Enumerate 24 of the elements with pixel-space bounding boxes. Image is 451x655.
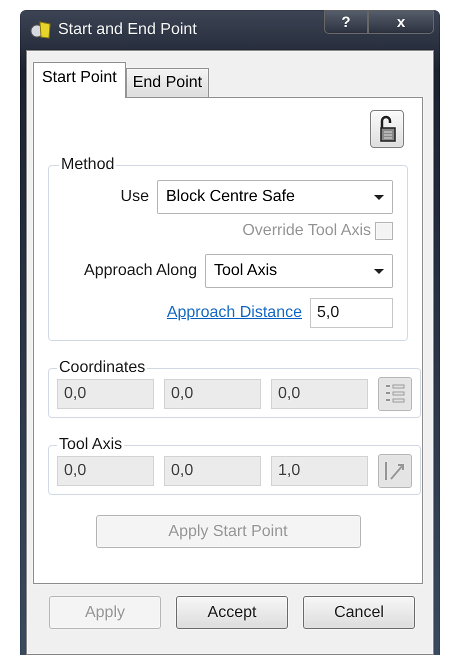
approach-dropdown[interactable]: Tool Axis	[205, 254, 393, 288]
distance-input[interactable]: 5,0	[310, 298, 393, 328]
use-dropdown[interactable]: Block Centre Safe	[157, 180, 393, 214]
vector-button[interactable]	[378, 454, 412, 488]
field-label: Approach Along	[84, 262, 197, 280]
xyz-list-button[interactable]	[378, 377, 412, 411]
window-title: Start and End Point	[58, 21, 197, 39]
group-title: Method	[60, 156, 116, 174]
checkbox-label: Override Tool Axis	[242, 222, 371, 240]
arrow-icon	[383, 459, 407, 483]
tab[interactable]: End Point	[126, 68, 210, 97]
group-title: Tool Axis	[58, 436, 124, 454]
close-button[interactable]: x	[368, 10, 434, 34]
tab[interactable]: Start Point	[33, 62, 126, 98]
caret-icon	[374, 194, 384, 200]
padlock-button[interactable]	[370, 110, 404, 148]
field-label: Use	[120, 188, 149, 206]
help-button[interactable]: ?	[324, 10, 368, 34]
dialog-button[interactable]: Accept	[176, 596, 288, 629]
group-title: Coordinates	[58, 359, 146, 377]
dialog-button[interactable]: Cancel	[303, 596, 415, 629]
approach-distance-link[interactable]: Approach Distance	[166, 304, 302, 322]
caret-icon	[374, 268, 384, 274]
app-icon	[30, 20, 52, 40]
